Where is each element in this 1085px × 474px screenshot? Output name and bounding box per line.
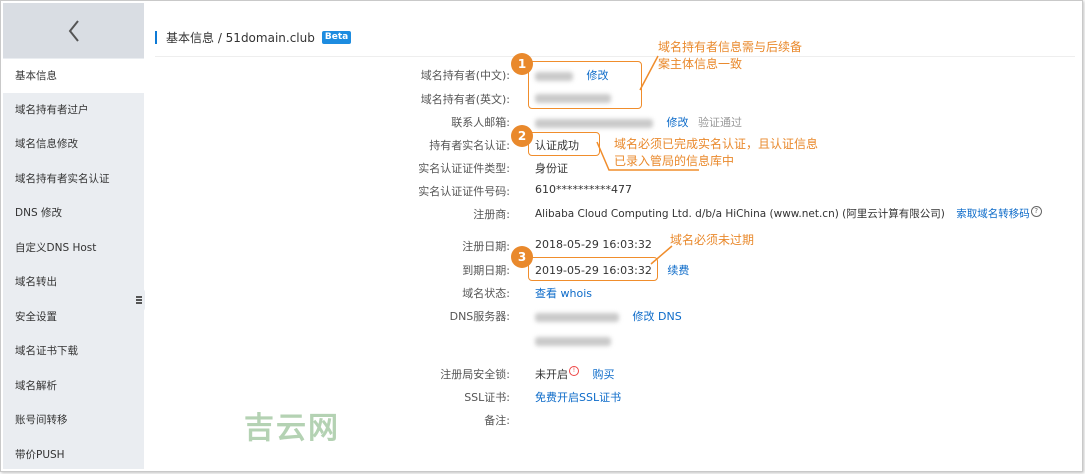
annotation-note-1: 域名持有者信息需与后续备案主体信息一致: [658, 40, 803, 71]
ssl-label: SSL证书:: [464, 391, 510, 404]
transfer-code-link[interactable]: 索取域名转移码: [956, 208, 1030, 220]
callout-box-holder: [528, 61, 642, 109]
registrar-value-row: Alibaba Cloud Computing Ltd. d/b/a HiChi…: [535, 206, 1042, 221]
lock-row: 未开启! 购买: [535, 366, 615, 382]
registrar-value: Alibaba Cloud Computing Ltd. d/b/a HiChi…: [535, 208, 945, 220]
sidebar-item-realname[interactable]: 域名持有者实名认证: [3, 162, 144, 196]
exp-date-label: 到期日期:: [462, 264, 510, 277]
annotation-note-2: 域名必须已完成实名认证，且认证信息已录入管局的信息库中: [614, 137, 819, 168]
back-button[interactable]: [3, 3, 144, 58]
edit-dns-link[interactable]: 修改 DNS: [633, 310, 682, 323]
sidebar: 基本信息 域名持有者过户 域名信息修改 域名持有者实名认证 DNS 修改 自定义…: [3, 3, 144, 469]
redacted-text: [535, 336, 611, 346]
sidebar-item-domain-transfer-out[interactable]: 域名转出: [3, 265, 144, 299]
annotation-badge-3: 3: [511, 246, 533, 268]
annotation-badge-2: 2: [511, 125, 533, 147]
edit-email-link[interactable]: 修改: [667, 116, 689, 129]
chevron-left-icon: [68, 19, 79, 42]
dns-row-1: 修改 DNS: [535, 308, 682, 324]
watermark: 吉云网: [244, 411, 340, 446]
sidebar-item-cert-download[interactable]: 域名证书下载: [3, 334, 144, 368]
verified-status: 验证通过: [698, 116, 742, 129]
lock-value: 未开启: [535, 368, 568, 381]
help-icon[interactable]: ?: [1030, 206, 1042, 217]
dns-label: DNS服务器:: [449, 310, 510, 323]
sidebar-item-dns-modify[interactable]: DNS 修改: [3, 196, 144, 230]
holder-cn-label: 域名持有者(中文):: [420, 69, 510, 82]
remark-label: 备注:: [484, 414, 510, 427]
sidebar-item-price-push[interactable]: 带价PUSH: [3, 438, 144, 472]
annotation-note-3: 域名必须未过期: [670, 233, 755, 247]
divider: [155, 56, 1075, 57]
beta-badge: Beta: [321, 30, 352, 44]
whois-link[interactable]: 查看 whois: [535, 285, 592, 301]
holder-en-label: 域名持有者(英文):: [420, 93, 510, 106]
sidebar-item-account-transfer[interactable]: 账号间转移: [3, 403, 144, 437]
lock-label: 注册局安全锁:: [440, 368, 510, 381]
dns-row-2: [535, 334, 611, 347]
email-value: 修改 验证通过: [535, 114, 742, 130]
cert-type-value: 身份证: [535, 162, 568, 175]
realname-label: 持有者实名认证:: [429, 139, 510, 152]
callout-box-realname: [528, 132, 600, 156]
reg-date-label: 注册日期:: [462, 240, 510, 253]
warning-icon: !: [569, 366, 579, 376]
sidebar-item-basic-info[interactable]: 基本信息: [3, 59, 144, 93]
header-accent-bar: [155, 30, 157, 44]
reg-date-value: 2018-05-29 16:03:32: [535, 238, 652, 251]
sidebar-item-info-modify[interactable]: 域名信息修改: [3, 127, 144, 161]
registrar-label: 注册商:: [473, 208, 510, 221]
sidebar-item-holder-transfer[interactable]: 域名持有者过户: [3, 93, 144, 127]
page-header: 基本信息 / 51domain.club Beta: [155, 28, 352, 46]
email-label: 联系人邮箱:: [451, 116, 510, 129]
breadcrumb: 基本信息 / 51domain.club: [166, 30, 315, 45]
redacted-text: [535, 312, 619, 322]
buy-lock-link[interactable]: 购买: [593, 368, 615, 381]
redacted-text: [535, 118, 653, 128]
sidebar-item-dns-resolve[interactable]: 域名解析: [3, 369, 144, 403]
ssl-link[interactable]: 免费开启SSL证书: [535, 389, 621, 405]
sidebar-item-custom-dns-host[interactable]: 自定义DNS Host: [3, 231, 144, 265]
status-label: 域名状态:: [462, 287, 510, 300]
cert-no-label: 实名认证证件号码:: [418, 185, 510, 198]
cert-type-label: 实名认证证件类型:: [418, 162, 510, 175]
cert-no-value: 610**********477: [535, 183, 632, 196]
collapse-icon[interactable]: [133, 289, 145, 311]
callout-box-expiry: [528, 257, 658, 281]
annotation-badge-1: 1: [511, 53, 533, 75]
sidebar-item-security[interactable]: 安全设置: [3, 300, 144, 334]
